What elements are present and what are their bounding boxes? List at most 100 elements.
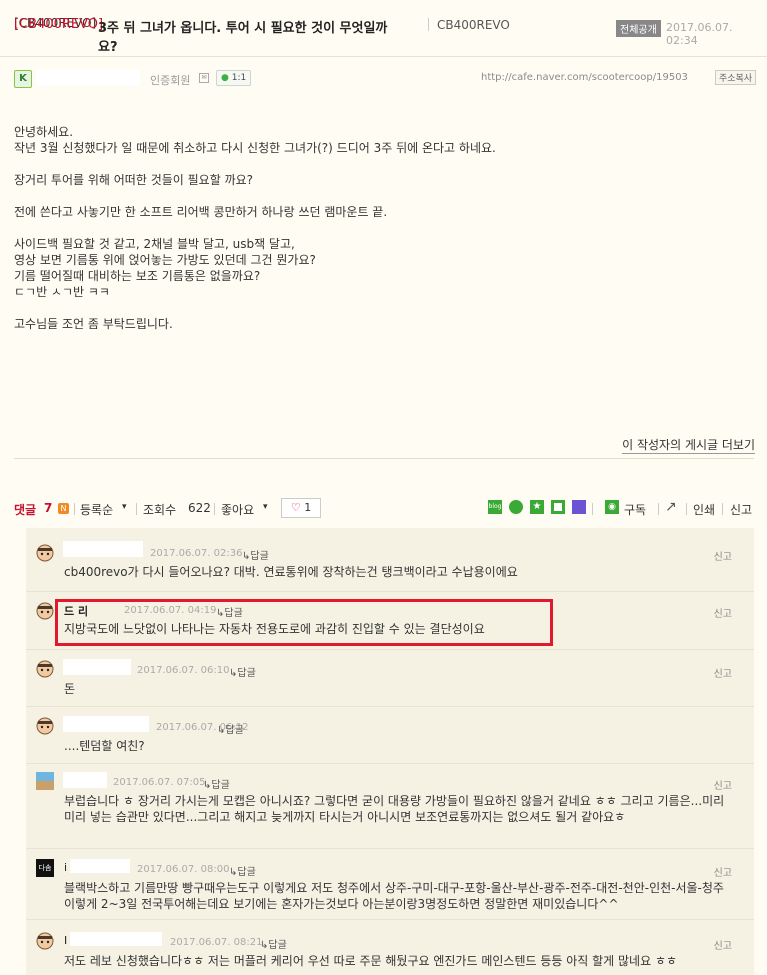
body-line: 사이드백 필요할 것 같고, 2채널 블박 달고, usb잭 달고, — [14, 237, 295, 251]
band-share-icon[interactable] — [572, 500, 586, 514]
post-title-line1: 3주 뒤 그녀가 옵니다. 투어 시 필요한 것이 무엇일까 — [98, 21, 388, 36]
toolbar-divider — [74, 503, 75, 515]
talk-button[interactable]: ● 1:1 — [216, 70, 252, 86]
comment-date: 2017.06.07. 06:10 — [137, 665, 230, 676]
author-name-redacted[interactable] — [36, 70, 140, 86]
comment-divider — [26, 706, 754, 707]
sort-chevron-icon[interactable]: ▾ — [122, 502, 127, 512]
comment-item: 2017.06.07. 06:12 ↳답글 ....텐덤할 여친? — [26, 709, 754, 765]
reply-button[interactable]: ↳답글 — [260, 936, 287, 951]
comment-text: 부럽습니다 ㅎ 장거리 가시는게 모캡은 아니시죠? 그렇다면 굳이 대용량 가… — [64, 794, 725, 824]
memo-share-icon[interactable] — [551, 500, 565, 514]
post-category-label[interactable]: [CB400REVO] — [14, 17, 103, 32]
comments-label[interactable]: 댓글 — [14, 501, 36, 518]
comment-item: 2017.06.07. 06:10 ↳답글 신고 돈 — [26, 652, 754, 708]
reply-button[interactable]: ↳답글 — [203, 776, 230, 791]
comment-report-button[interactable]: 신고 — [714, 864, 732, 879]
like-button[interactable]: ♡ 1 — [281, 498, 321, 518]
comment-text: 저도 레보 신청했습니다ㅎㅎ 저는 머플러 케리어 우선 따로 주문 해뒀구요 … — [64, 954, 678, 968]
comment-toolbar: 댓글 7 N 등록순 ▾ 조회수 622 좋아요 ▾ ♡ 1 blog ★ ◉ … — [14, 498, 754, 520]
post-url[interactable]: http://cafe.naver.com/scootercoop/19503 — [481, 72, 688, 83]
body-line — [14, 220, 754, 236]
commenter-name-redacted[interactable] — [63, 659, 131, 675]
chat-bubble-icon: ● — [221, 73, 229, 83]
like-chevron-icon[interactable]: ▾ — [263, 502, 268, 512]
body-line: 장거리 투어를 위해 어떠한 것들이 필요할 까요? — [14, 173, 254, 187]
body-line: 영상 보면 기름통 위에 얹어놓는 가방도 있던데 그건 뭔가요? — [14, 253, 316, 267]
comment-date: 2017.06.07. 07:05 — [113, 777, 206, 788]
views-count: 622 — [188, 501, 211, 515]
bookmark-star-icon[interactable]: ★ — [530, 500, 544, 514]
copy-url-button[interactable]: 주소복사 — [715, 70, 757, 85]
body-line: 안녕하세요. — [14, 125, 74, 139]
avatar-icon[interactable] — [36, 660, 54, 678]
comment-date: 2017.06.07. 08:21 — [170, 937, 263, 948]
comment-text: 돈 — [64, 682, 76, 696]
body-line — [14, 156, 754, 172]
member-level: 인증회원 — [150, 74, 191, 87]
rss-icon[interactable]: ◉ — [605, 500, 619, 514]
title-divider — [428, 18, 429, 31]
avatar-icon[interactable] — [36, 717, 54, 735]
comment-text: 블랙박스하고 기름만땅 빵구때우는도구 이렇게요 저도 청주에서 상주-구미-대… — [64, 881, 724, 911]
new-badge: N — [58, 503, 69, 514]
commenter-name-redacted[interactable] — [63, 772, 107, 788]
commenter-name-redacted[interactable] — [63, 716, 149, 732]
blog-share-icon[interactable]: blog — [488, 500, 502, 514]
subscribe-label[interactable]: 구독 — [624, 501, 646, 518]
comment-item: 2017.06.07. 02:36 ↳답글 신고 cb400revo가 다시 들… — [26, 528, 754, 584]
comment-text: ....텐덤할 여친? — [64, 739, 145, 753]
body-line: 전에 쓴다고 사놓기만 한 소프트 리어백 콩만하거 하나랑 쓰던 램마운트 끝… — [14, 205, 388, 219]
toolbar-divider — [658, 503, 659, 515]
visibility-badge: 전체공개 — [616, 20, 661, 37]
body-line — [14, 300, 754, 316]
body-line: 작년 3월 신청했다가 일 때문에 취소하고 다시 신청한 그녀가(?) 드디어… — [14, 141, 496, 155]
comments-count[interactable]: 7 — [44, 501, 52, 515]
comment-divider — [26, 649, 754, 650]
talk-label: 1:1 — [231, 73, 247, 83]
comment-divider — [26, 919, 754, 920]
like-count: 1 — [304, 501, 312, 514]
reply-button[interactable]: ↳답글 — [229, 664, 256, 679]
comment-divider — [26, 848, 754, 849]
share-icon[interactable]: ↗ — [665, 499, 677, 515]
heart-icon: ♡ — [290, 501, 301, 514]
toolbar-divider — [592, 503, 593, 515]
commenter-name[interactable]: i — [64, 861, 67, 874]
reply-button[interactable]: ↳답글 — [229, 863, 256, 878]
commenter-name-redacted[interactable] — [63, 541, 143, 557]
avatar-photo[interactable]: 다솜 — [36, 859, 54, 877]
sort-label[interactable]: 등록순 — [80, 501, 113, 518]
comment-date: 2017.06.07. 02:36 — [150, 548, 243, 559]
reply-button[interactable]: ↳답글 — [217, 721, 244, 736]
body-line — [14, 188, 754, 204]
body-line: 고수님들 조언 좀 부탁드립니다. — [14, 317, 173, 331]
like-label[interactable]: 좋아요 — [221, 501, 254, 518]
comment-report-button[interactable]: 신고 — [714, 777, 732, 792]
mail-icon[interactable]: ✉ — [199, 73, 209, 83]
toolbar-divider — [686, 503, 687, 515]
comment-text: cb400revo가 다시 들어오나요? 대박. 연료통위에 장착하는건 탱크백… — [64, 565, 518, 579]
comment-date: 2017.06.07. 08:00 — [137, 864, 230, 875]
avatar-icon[interactable] — [36, 544, 54, 562]
comment-report-button[interactable]: 신고 — [714, 605, 732, 620]
more-posts-link[interactable]: 이 작성자의 게시글 더보기 — [622, 436, 755, 454]
print-label[interactable]: 인쇄 — [693, 501, 715, 518]
avatar-icon[interactable] — [36, 932, 54, 950]
commenter-name[interactable]: I — [64, 934, 67, 947]
commenter-name-redacted — [70, 859, 130, 873]
commenter-name-redacted — [70, 932, 162, 946]
cafe-level-icon: K — [14, 70, 32, 88]
report-label[interactable]: 신고 — [730, 501, 752, 518]
comment-report-button[interactable]: 신고 — [714, 665, 732, 680]
highlight-box — [55, 599, 553, 646]
cafe-share-icon[interactable] — [509, 500, 523, 514]
reply-button[interactable]: ↳답글 — [242, 547, 269, 562]
avatar-photo[interactable] — [36, 772, 54, 790]
board-name[interactable]: CB400REVO — [437, 18, 510, 32]
post-title-line2: 요? — [98, 40, 118, 55]
avatar-icon[interactable] — [36, 602, 54, 620]
comment-report-button[interactable]: 신고 — [714, 937, 732, 952]
comment-report-button[interactable]: 신고 — [714, 548, 732, 563]
toolbar-divider — [136, 503, 137, 515]
